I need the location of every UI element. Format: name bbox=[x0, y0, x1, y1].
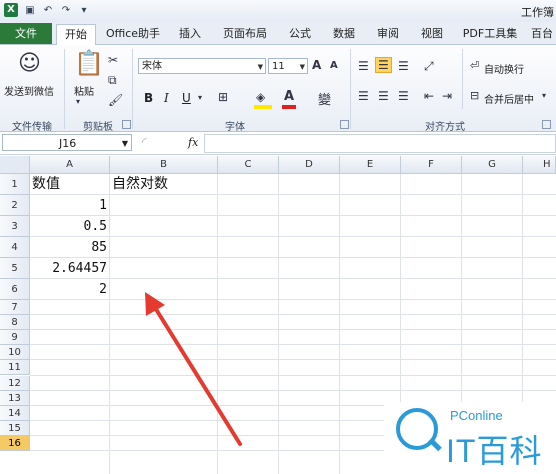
watermark-top-text: PConline bbox=[450, 408, 503, 423]
watermark-bottom-text: IT百科 bbox=[446, 433, 543, 469]
watermark-logo: PConline IT百科 bbox=[384, 402, 556, 474]
